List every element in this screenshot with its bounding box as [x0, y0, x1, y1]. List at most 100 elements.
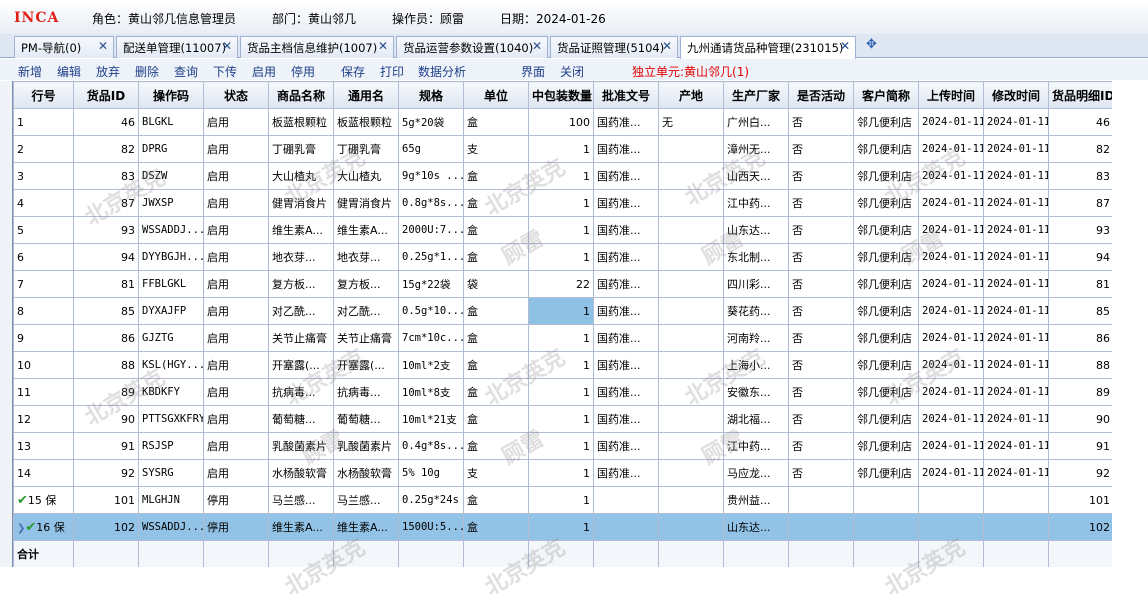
table-cell[interactable]: 8 — [13, 297, 74, 325]
table-cell[interactable]: 2024-01-11 — [918, 324, 984, 352]
table-cell[interactable]: 国药准... — [593, 459, 659, 487]
table-cell[interactable]: 10ml*21支 — [398, 405, 464, 433]
table-cell[interactable]: 国药准... — [593, 324, 659, 352]
table-cell[interactable] — [658, 432, 724, 460]
column-header[interactable]: 客户简称 — [853, 81, 919, 109]
table-cell[interactable] — [593, 513, 659, 541]
table-cell[interactable]: 盒 — [463, 513, 529, 541]
table-cell[interactable]: 1 — [528, 405, 594, 433]
table-cell[interactable]: 水杨酸软膏 — [333, 459, 399, 487]
table-cell[interactable]: 马应龙... — [723, 459, 789, 487]
table-cell[interactable]: 2024-01-11 — [918, 378, 984, 406]
table-cell[interactable]: 丁硼乳膏 — [268, 135, 334, 163]
table-cell[interactable]: 93 — [73, 216, 139, 244]
query-button[interactable]: 查询 — [174, 63, 198, 80]
table-row[interactable]: 3 83 DSZW 启用 大山楂丸 大山楂丸 9g*10s ... 盒 1 国药准... 山西天..… — [13, 162, 1112, 190]
table-cell[interactable]: 山东达... — [723, 216, 789, 244]
table-cell[interactable]: 87 — [73, 189, 139, 217]
table-cell[interactable]: 盒 — [463, 243, 529, 271]
table-cell[interactable]: 89 — [73, 378, 139, 406]
table-cell[interactable]: 复方板... — [333, 270, 399, 298]
discard-button[interactable]: 放弃 — [96, 63, 120, 80]
table-cell[interactable]: 91 — [73, 432, 139, 460]
column-header[interactable]: 是否活动 — [788, 81, 854, 109]
table-cell[interactable] — [658, 324, 724, 352]
table-cell[interactable]: 马兰感... — [268, 486, 334, 514]
enable-button[interactable]: 启用 — [252, 63, 276, 80]
table-cell[interactable]: 2024-01-11 — [918, 297, 984, 325]
table-cell[interactable]: 启用 — [203, 189, 269, 217]
table-row[interactable]: 7 81 FFBLGKL 启用 复方板... 复方板... 15g*22袋袋 22 国药准...… — [13, 270, 1112, 298]
tab-goods-master[interactable]: 货品主档信息维护(1007) ✕ — [240, 36, 394, 58]
close-icon[interactable]: ✕ — [378, 39, 388, 53]
delete-button[interactable]: 删除 — [135, 63, 159, 80]
table-cell[interactable]: 启用 — [203, 216, 269, 244]
table-cell[interactable]: 22 — [528, 270, 594, 298]
table-cell[interactable]: 支 — [463, 459, 529, 487]
table-cell[interactable]: 10 — [13, 351, 74, 379]
table-cell[interactable]: 81 — [73, 270, 139, 298]
table-cell[interactable]: 抗病毒... — [268, 378, 334, 406]
table-row[interactable]: 9 86 GJZTG 启用 关节止痛膏 关节止痛膏 7cm*10c... 盒 1 国药准... 河南… — [13, 324, 1112, 352]
table-cell[interactable]: 邻几便利店 — [853, 432, 919, 460]
add-tab-icon[interactable]: ✥ — [866, 37, 877, 52]
table-cell[interactable] — [658, 513, 724, 541]
table-cell[interactable]: 65g — [398, 135, 464, 163]
table-cell[interactable]: 健胃消食片 — [333, 189, 399, 217]
table-cell[interactable]: 否 — [788, 108, 854, 136]
table-cell[interactable]: 102 — [73, 513, 139, 541]
table-cell[interactable]: 启用 — [203, 351, 269, 379]
table-cell[interactable]: 开塞露(... — [333, 351, 399, 379]
close-icon[interactable]: ✕ — [222, 39, 232, 53]
table-cell[interactable]: 否 — [788, 324, 854, 352]
table-cell[interactable]: 2024-01-11 — [983, 162, 1049, 190]
table-cell[interactable]: 山东达... — [723, 513, 789, 541]
table-cell[interactable]: 邻几便利店 — [853, 351, 919, 379]
table-cell[interactable]: 河南羚... — [723, 324, 789, 352]
table-cell[interactable]: 7 — [13, 270, 74, 298]
table-cell[interactable]: 88 — [1048, 351, 1112, 379]
table-cell[interactable]: 国药准... — [593, 162, 659, 190]
table-cell[interactable] — [853, 486, 919, 514]
table-cell[interactable]: 邻几便利店 — [853, 378, 919, 406]
table-cell[interactable]: 2024-01-11 — [918, 135, 984, 163]
table-cell[interactable]: 邻几便利店 — [853, 216, 919, 244]
layout-button[interactable]: 界面 — [521, 63, 545, 80]
new-button[interactable]: 新增 — [18, 63, 42, 80]
table-cell[interactable]: 2024-01-11 — [983, 216, 1049, 244]
table-cell[interactable]: 乳酸菌素片 — [268, 432, 334, 460]
table-row[interactable]: 6 94 DYYBGJH... 启用 地衣芽... 地衣芽... 0.25g*1... 盒 1 国… — [13, 243, 1112, 271]
table-cell[interactable]: 6 — [13, 243, 74, 271]
table-cell[interactable]: 85 — [1048, 297, 1112, 325]
table-cell[interactable]: 2024-01-11 — [983, 351, 1049, 379]
table-cell[interactable]: 1 — [528, 351, 594, 379]
table-cell[interactable]: 46 — [1048, 108, 1112, 136]
table-cell[interactable]: 否 — [788, 135, 854, 163]
table-cell[interactable]: 1 — [528, 243, 594, 271]
table-cell[interactable]: 停用 — [203, 486, 269, 514]
table-cell[interactable]: 2000U:7... — [398, 216, 464, 244]
table-cell[interactable]: 启用 — [203, 324, 269, 352]
table-cell[interactable]: 1 — [528, 513, 594, 541]
table-cell[interactable]: 葡萄糖... — [268, 405, 334, 433]
table-cell[interactable]: 国药准... — [593, 432, 659, 460]
print-button[interactable]: 打印 — [380, 63, 404, 80]
table-cell[interactable]: DSZW — [138, 162, 204, 190]
column-header[interactable]: 产地 — [658, 81, 724, 109]
table-cell[interactable]: 健胃消食片 — [268, 189, 334, 217]
table-cell[interactable]: 邻几便利店 — [853, 108, 919, 136]
table-cell[interactable] — [658, 351, 724, 379]
data-analysis-button[interactable]: 数据分析 — [418, 63, 466, 80]
table-cell[interactable]: 国药准... — [593, 135, 659, 163]
table-cell[interactable]: 81 — [1048, 270, 1112, 298]
table-cell[interactable]: 邻几便利店 — [853, 243, 919, 271]
table-cell[interactable]: 盒 — [463, 324, 529, 352]
table-cell[interactable]: 启用 — [203, 297, 269, 325]
table-cell[interactable]: 5g*20袋 — [398, 108, 464, 136]
table-cell[interactable]: 0.25g*1... — [398, 243, 464, 271]
table-cell[interactable]: 无 — [658, 108, 724, 136]
disable-button[interactable]: 停用 — [291, 63, 315, 80]
table-cell[interactable]: 11 — [13, 378, 74, 406]
table-cell[interactable]: 91 — [1048, 432, 1112, 460]
table-cell[interactable]: 板蓝根颗粒 — [268, 108, 334, 136]
